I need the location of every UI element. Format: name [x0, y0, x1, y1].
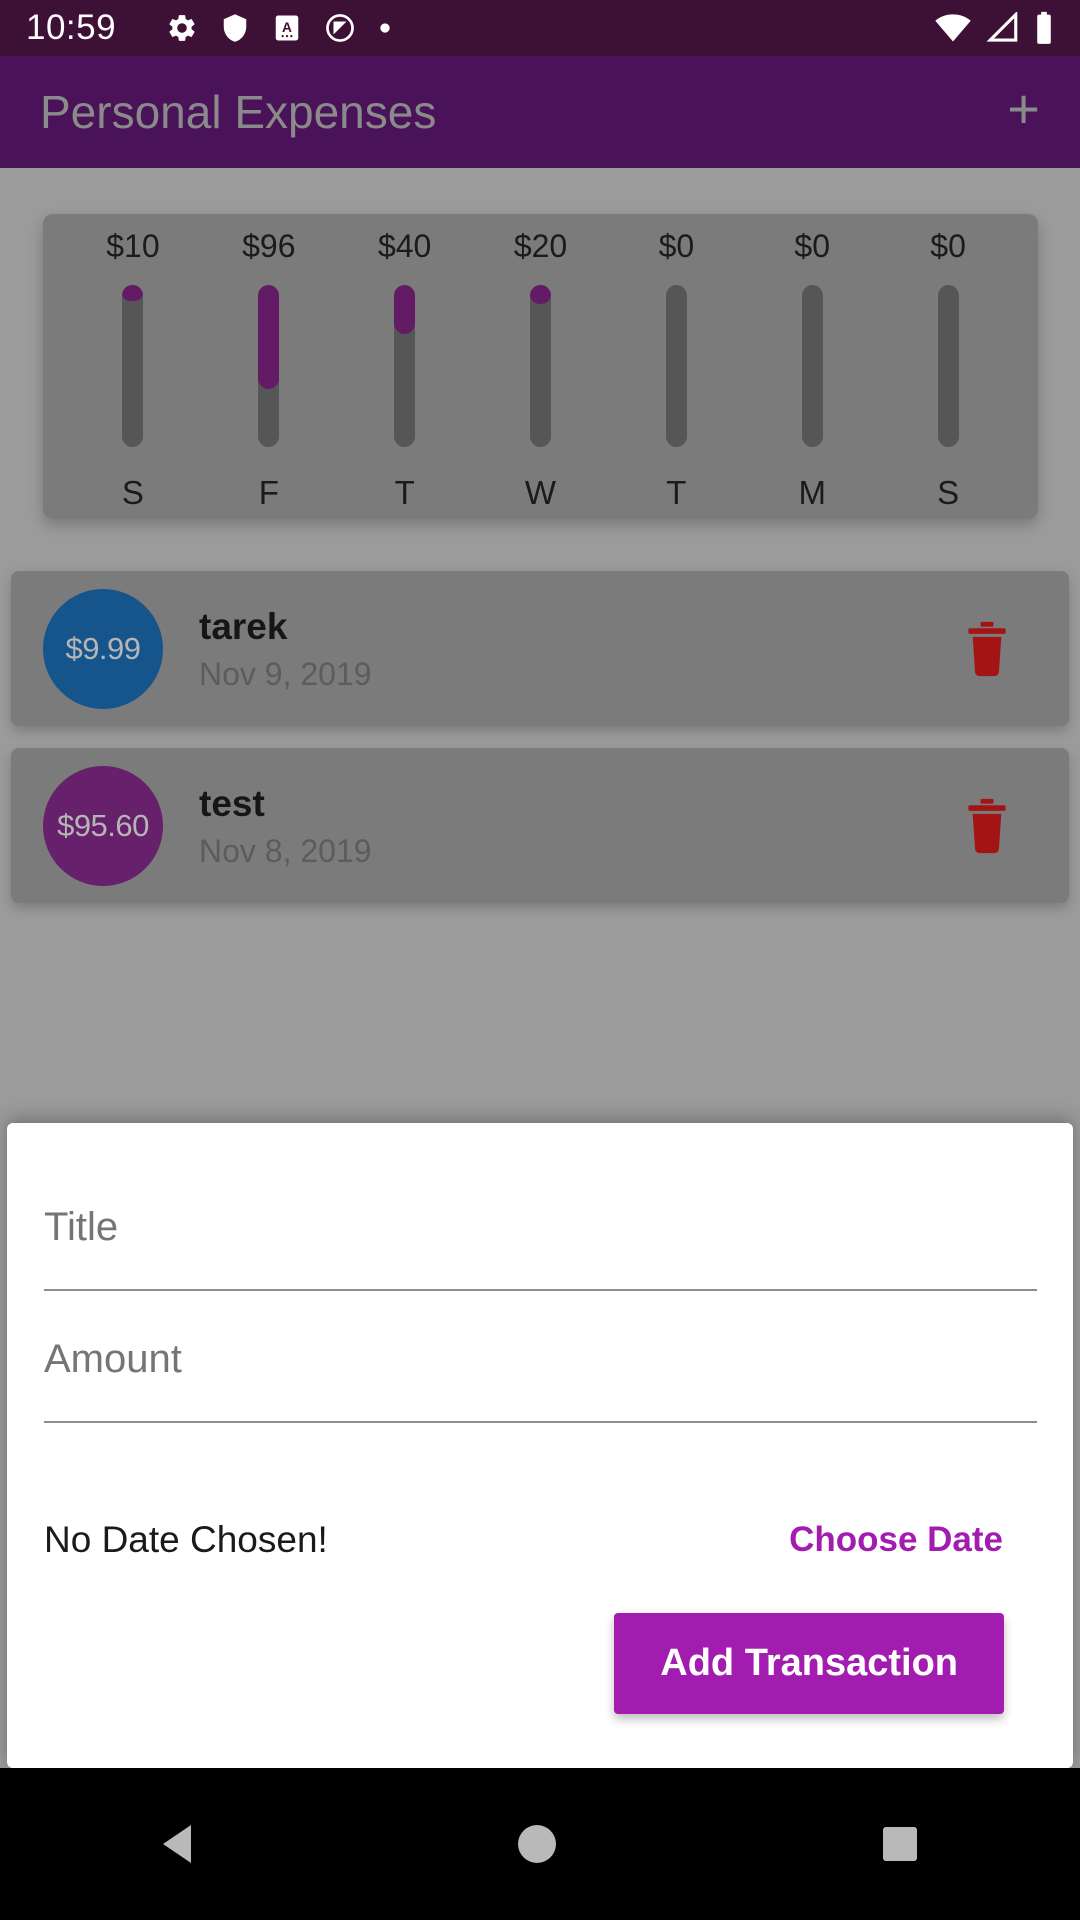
status-bar-left: 10:59 A: [26, 8, 934, 48]
chart-bar-column: $0 M: [744, 230, 880, 509]
battery-icon: [1037, 11, 1051, 44]
amount-field-placeholder: Amount: [44, 1337, 182, 1381]
shield-icon: [223, 14, 247, 42]
title-field-underline: [44, 1289, 1037, 1291]
android-nav-bar: [0, 1768, 1080, 1920]
transaction-text: test Nov 8, 2019: [199, 781, 961, 870]
transaction-amount: $95.60: [57, 807, 149, 843]
wifi-icon: [935, 14, 971, 42]
submit-row: Add Transaction: [44, 1613, 1036, 1714]
letter-a-box-icon: A: [275, 15, 299, 41]
amount-field-underline: [44, 1421, 1037, 1423]
recents-square-icon[interactable]: [882, 1827, 917, 1861]
chart-bar-label: T: [666, 474, 687, 511]
chart-bar-track: [937, 285, 959, 447]
transaction-list-item[interactable]: $95.60 test Nov 8, 2019: [11, 748, 1069, 903]
chart-bar-column: $20 W: [473, 230, 609, 509]
chart-bar-track: [394, 285, 416, 447]
chart-bar-column: $96 F: [201, 230, 337, 509]
chart-bar-fill: [530, 285, 551, 305]
chart-bar-track: [122, 285, 144, 447]
transaction-title: test: [199, 782, 265, 824]
title-field-wrapper[interactable]: Title: [44, 1181, 1037, 1313]
status-bar: 10:59 A: [0, 0, 1080, 56]
chart-bar-fill: [258, 285, 280, 389]
add-transaction-button[interactable]: Add Transaction: [614, 1613, 1004, 1714]
chart-bar-column: $0 T: [608, 230, 744, 509]
choose-date-button[interactable]: Choose Date: [789, 1520, 1003, 1560]
chart-bar-value: $0: [930, 228, 966, 264]
date-picker-row: No Date Chosen! Choose Date: [44, 1519, 1036, 1561]
chart-bar-column: $10 S: [65, 230, 201, 509]
chart-bar-track: [530, 285, 551, 447]
chart-bar-value: $0: [794, 228, 831, 264]
chart-bar-fill: [394, 285, 416, 334]
page-title: Personal Expenses: [40, 86, 437, 138]
transaction-date: Nov 8, 2019: [199, 833, 372, 870]
chart-bar-track: [258, 285, 280, 447]
chart-bar-column: $0 S: [880, 230, 1016, 509]
back-triangle-icon[interactable]: [163, 1825, 192, 1863]
transaction-date: Nov 9, 2019: [199, 656, 372, 693]
date-status-text: No Date Chosen!: [44, 1519, 328, 1560]
chart-bar-fill: [122, 285, 144, 302]
avatar: $95.60: [43, 765, 163, 886]
trash-icon[interactable]: [961, 620, 1013, 678]
app-bar: Personal Expenses +: [0, 56, 1080, 168]
plus-icon[interactable]: +: [1007, 81, 1040, 143]
title-field-placeholder: Title: [44, 1205, 119, 1249]
cellular-signal-icon: [986, 12, 1018, 42]
amount-field-wrapper[interactable]: Amount: [44, 1313, 1037, 1445]
phone-screen: 10:59 A Personal Expenses + $10 S $96 F …: [0, 0, 1080, 1920]
transaction-text: tarek Nov 9, 2019: [199, 604, 961, 693]
chart-bar-label: W: [524, 474, 557, 511]
weekly-chart-card: $10 S $96 F $40 T $20 W $0 T $0 M $0 S: [43, 214, 1038, 519]
status-bar-right: [934, 11, 1054, 45]
chart-bar-label: S: [937, 474, 960, 511]
chart-bar-value: $40: [377, 228, 432, 264]
chart-bar-value: $10: [106, 228, 160, 264]
home-circle-icon[interactable]: [517, 1825, 556, 1863]
gear-icon: [169, 15, 195, 41]
chart-bar-value: $20: [513, 228, 568, 264]
svg-text:A: A: [282, 20, 292, 35]
transaction-list-item[interactable]: $9.99 tarek Nov 9, 2019: [11, 571, 1069, 726]
chart-bar-track: [801, 285, 823, 447]
status-clock: 10:59: [26, 8, 117, 47]
chart-bar-label: T: [394, 474, 415, 511]
chart-bar-column: $40 T: [337, 230, 473, 509]
transaction-amount: $9.99: [65, 630, 141, 666]
chart-bar-label: M: [798, 474, 826, 511]
chart-bar-label: F: [258, 474, 279, 511]
trash-icon[interactable]: [961, 797, 1013, 855]
avatar: $9.99: [43, 588, 163, 709]
new-transaction-sheet: Title Amount No Date Chosen! Choose Date…: [7, 1123, 1073, 1768]
chart-bar-track: [665, 285, 687, 447]
do-not-disturb-icon: [326, 14, 354, 42]
chart-bar-value: $0: [658, 228, 695, 264]
dot-icon: [380, 23, 390, 33]
chart-bar-label: S: [121, 474, 144, 511]
transaction-title: tarek: [199, 605, 288, 647]
chart-bar-value: $96: [242, 228, 296, 264]
